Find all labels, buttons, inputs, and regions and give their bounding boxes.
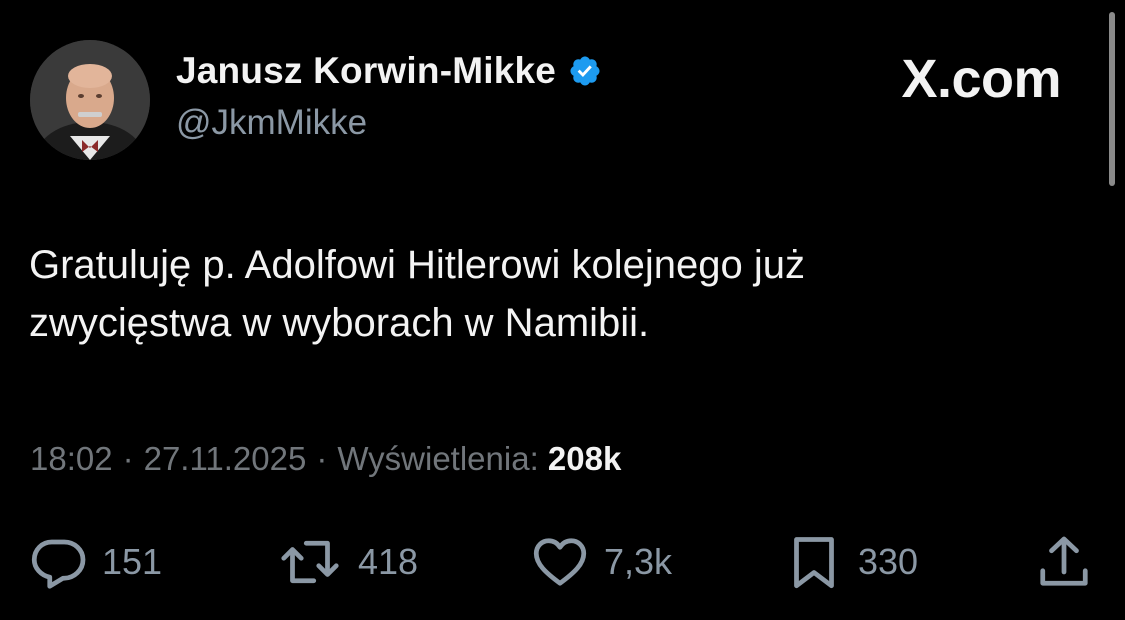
x-com-watermark: X.com	[901, 49, 1061, 109]
reply-icon	[31, 539, 86, 589]
verified-badge-icon	[570, 56, 600, 86]
author-handle[interactable]: @JkmMikke	[176, 103, 367, 143]
meta-separator: ·	[122, 440, 134, 477]
tweet-time[interactable]: 18:02	[30, 440, 113, 477]
scrollbar[interactable]	[1109, 12, 1115, 186]
like-count: 7,3k	[604, 541, 673, 582]
repost-icon	[281, 540, 339, 584]
reply-button[interactable]: 151	[28, 532, 162, 592]
views-label: Wyświetlenia:	[337, 440, 539, 477]
share-icon	[1040, 536, 1088, 586]
reply-count: 151	[102, 541, 163, 582]
author-name-row: Janusz Korwin-Mikke	[176, 50, 602, 92]
heart-icon	[533, 538, 587, 586]
action-bar: 151 418 7,3k 330	[0, 532, 1125, 592]
tweet-text: Gratuluję p. Adolfowi Hitlerowi kolejneg…	[29, 236, 1069, 352]
bookmark-icon	[794, 537, 834, 589]
author-display-name[interactable]: Janusz Korwin-Mikke	[176, 50, 556, 92]
share-button[interactable]	[1034, 532, 1094, 592]
avatar-portrait	[30, 40, 150, 160]
repost-button[interactable]: 418	[276, 532, 418, 592]
tweet-meta: 18:02 · 27.11.2025 · Wyświetlenia: 208k	[30, 440, 621, 478]
like-button[interactable]: 7,3k	[530, 532, 672, 592]
tweet-date[interactable]: 27.11.2025	[144, 440, 307, 477]
avatar[interactable]	[30, 40, 150, 160]
views-count[interactable]: 208k	[548, 440, 621, 477]
tweet-text-line: zwycięstwa w wyborach w Namibii.	[29, 301, 650, 345]
repost-count: 418	[358, 541, 419, 582]
meta-separator: ·	[316, 440, 328, 477]
tweet-text-line: Gratuluję p. Adolfowi Hitlerowi kolejneg…	[29, 243, 805, 287]
bookmark-button[interactable]: 330	[784, 532, 918, 592]
bookmark-count: 330	[858, 541, 919, 582]
